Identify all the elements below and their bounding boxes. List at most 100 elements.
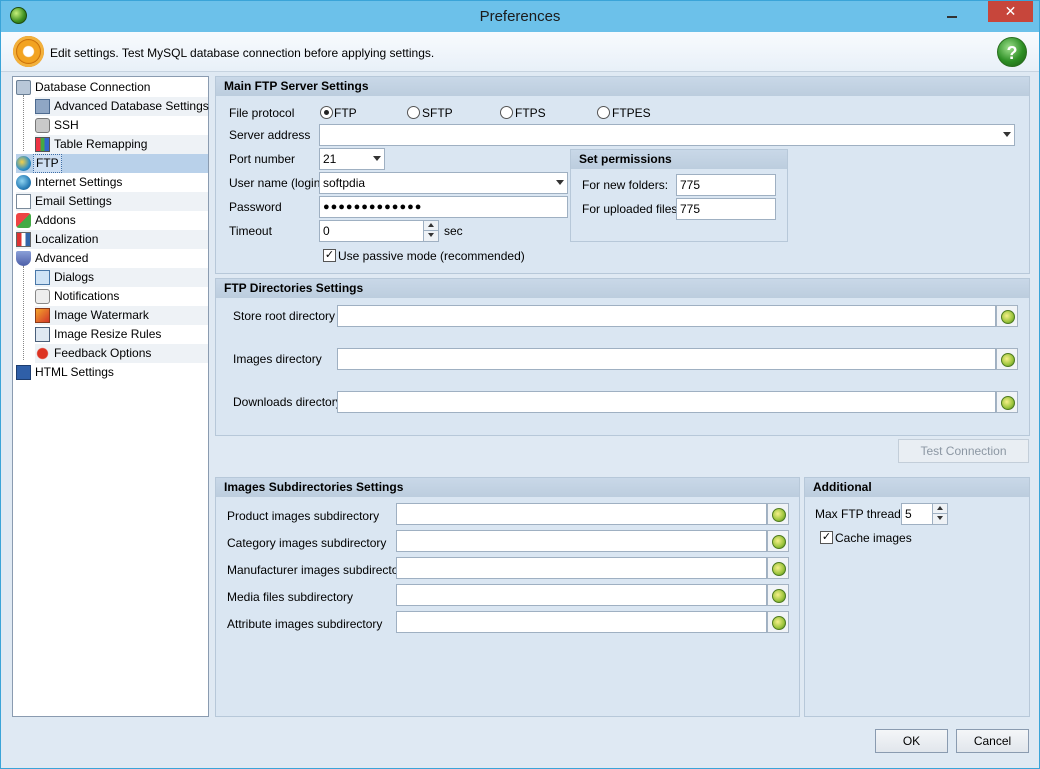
spin-down-icon[interactable]: [932, 514, 947, 524]
images-directory-field[interactable]: [337, 348, 996, 370]
group-title: Set permissions: [571, 150, 787, 169]
tree-item-image-watermark[interactable]: Image Watermark: [35, 306, 208, 325]
chevron-down-icon: [1003, 132, 1011, 137]
browse-folder-icon[interactable]: [996, 305, 1018, 327]
window-title: Preferences: [479, 8, 561, 25]
radio-sftp[interactable]: [407, 106, 420, 119]
cache-images-checkbox[interactable]: ✓: [820, 531, 833, 544]
tree-item-localization[interactable]: Localization: [16, 230, 208, 249]
tree-item-notifications[interactable]: Notifications: [35, 287, 208, 306]
port-number-combo[interactable]: 21: [319, 148, 385, 170]
category-images-field[interactable]: [396, 530, 767, 552]
max-ftp-threads-label: Max FTP threads: [815, 507, 907, 521]
timeout-spinner[interactable]: 0: [319, 220, 439, 242]
port-number-label: Port number: [229, 152, 296, 166]
tree-item-table-remapping[interactable]: Table Remapping: [35, 135, 208, 154]
browse-folder-icon[interactable]: [767, 557, 789, 579]
images-directory-label: Images directory: [233, 352, 322, 366]
radio-sftp-label: SFTP: [422, 106, 453, 120]
password-label: Password: [229, 200, 282, 214]
flag-icon: [16, 232, 31, 247]
radio-ftp[interactable]: [320, 106, 333, 119]
shield-icon: [16, 251, 31, 266]
store-root-label: Store root directory: [233, 309, 336, 323]
dialog-icon: [35, 270, 50, 285]
product-images-field[interactable]: [396, 503, 767, 525]
attribute-images-field[interactable]: [396, 611, 767, 633]
globe-person-icon: [16, 175, 31, 190]
bug-icon: [35, 346, 50, 361]
tree-item-image-resize-rules[interactable]: Image Resize Rules: [35, 325, 208, 344]
radio-ftpes-label: FTPES: [612, 106, 651, 120]
spin-up-icon[interactable]: [423, 221, 438, 231]
globe-icon: [16, 156, 31, 171]
ok-button[interactable]: OK: [875, 729, 948, 753]
spin-down-icon[interactable]: [423, 231, 438, 241]
tree-item-database-connection[interactable]: Database Connection: [16, 78, 208, 97]
help-icon[interactable]: ?: [997, 37, 1027, 67]
close-button[interactable]: ✕: [988, 1, 1033, 22]
tree-item-advanced-database-settings[interactable]: Advanced Database Settings: [35, 97, 209, 116]
database-settings-icon: [35, 99, 50, 114]
max-ftp-threads-spinner[interactable]: 5: [901, 503, 948, 525]
envelope-icon: [16, 194, 31, 209]
tree-item-ssh[interactable]: SSH: [35, 116, 208, 135]
passive-mode-label: Use passive mode (recommended): [338, 249, 525, 263]
cache-images-label: Cache images: [835, 531, 912, 545]
password-field[interactable]: ●●●●●●●●●●●●●: [319, 196, 568, 218]
store-root-field[interactable]: [337, 305, 996, 327]
browse-folder-icon[interactable]: [767, 584, 789, 606]
tree-item-addons[interactable]: Addons: [16, 211, 208, 230]
username-combo[interactable]: softpdia: [319, 172, 568, 194]
tree-item-feedback-options[interactable]: Feedback Options: [35, 344, 208, 363]
header-strip: Edit settings. Test MySQL database conne…: [1, 32, 1039, 72]
downloads-directory-field[interactable]: [337, 391, 996, 413]
timeout-unit: sec: [444, 224, 463, 238]
minimize-button[interactable]: [937, 5, 967, 25]
manufacturer-images-label: Manufacturer images subdirectory: [227, 563, 409, 577]
media-files-field[interactable]: [396, 584, 767, 606]
title-bar[interactable]: Preferences ✕: [1, 1, 1039, 32]
database-icon: [16, 80, 31, 95]
tree-item-ftp[interactable]: FTP: [16, 154, 208, 173]
ftp-directories-settings-group: FTP Directories Settings Store root dire…: [215, 278, 1030, 436]
uploaded-files-field[interactable]: 775: [676, 198, 776, 220]
uploaded-files-label: For uploaded files:: [582, 202, 681, 216]
category-images-label: Category images subdirectory: [227, 536, 387, 550]
cancel-button[interactable]: Cancel: [956, 729, 1029, 753]
passive-mode-checkbox[interactable]: ✓: [323, 249, 336, 262]
radio-ftps[interactable]: [500, 106, 513, 119]
radio-ftpes[interactable]: [597, 106, 610, 119]
browse-folder-icon[interactable]: [767, 530, 789, 552]
images-subdirectories-group: Images Subdirectories Settings Product i…: [215, 477, 800, 717]
group-title: FTP Directories Settings: [216, 279, 1029, 298]
tree-item-dialogs[interactable]: Dialogs: [35, 268, 208, 287]
watermark-icon: [35, 308, 50, 323]
spin-up-icon[interactable]: [932, 504, 947, 514]
chevron-down-icon: [373, 156, 381, 161]
tree-item-html-settings[interactable]: HTML Settings: [16, 363, 208, 382]
header-text: Edit settings. Test MySQL database conne…: [50, 46, 435, 60]
browse-folder-icon[interactable]: [767, 611, 789, 633]
test-connection-button[interactable]: Test Connection: [898, 439, 1029, 463]
group-title: Additional: [805, 478, 1029, 497]
downloads-directory-label: Downloads directory: [233, 395, 342, 409]
tree-item-advanced[interactable]: Advanced: [16, 249, 208, 268]
manufacturer-images-field[interactable]: [396, 557, 767, 579]
main-ftp-server-settings-group: Main FTP Server Settings File protocol F…: [215, 76, 1030, 274]
server-address-label: Server address: [229, 128, 311, 142]
tree-item-email-settings[interactable]: Email Settings: [16, 192, 208, 211]
new-folders-field[interactable]: 775: [676, 174, 776, 196]
additional-group: Additional Max FTP threads 5 ✓ Cache ima…: [804, 477, 1030, 717]
tree-item-internet-settings[interactable]: Internet Settings: [16, 173, 208, 192]
addons-icon: [16, 213, 31, 228]
preferences-window: Preferences ✕ Edit settings. Test MySQL …: [0, 0, 1040, 769]
server-address-combo[interactable]: [319, 124, 1015, 146]
gear-icon: [13, 36, 44, 67]
browse-folder-icon[interactable]: [767, 503, 789, 525]
html-icon: [16, 365, 31, 380]
radio-ftps-label: FTPS: [515, 106, 546, 120]
browse-folder-icon[interactable]: [996, 348, 1018, 370]
browse-folder-icon[interactable]: [996, 391, 1018, 413]
table-icon: [35, 137, 50, 152]
